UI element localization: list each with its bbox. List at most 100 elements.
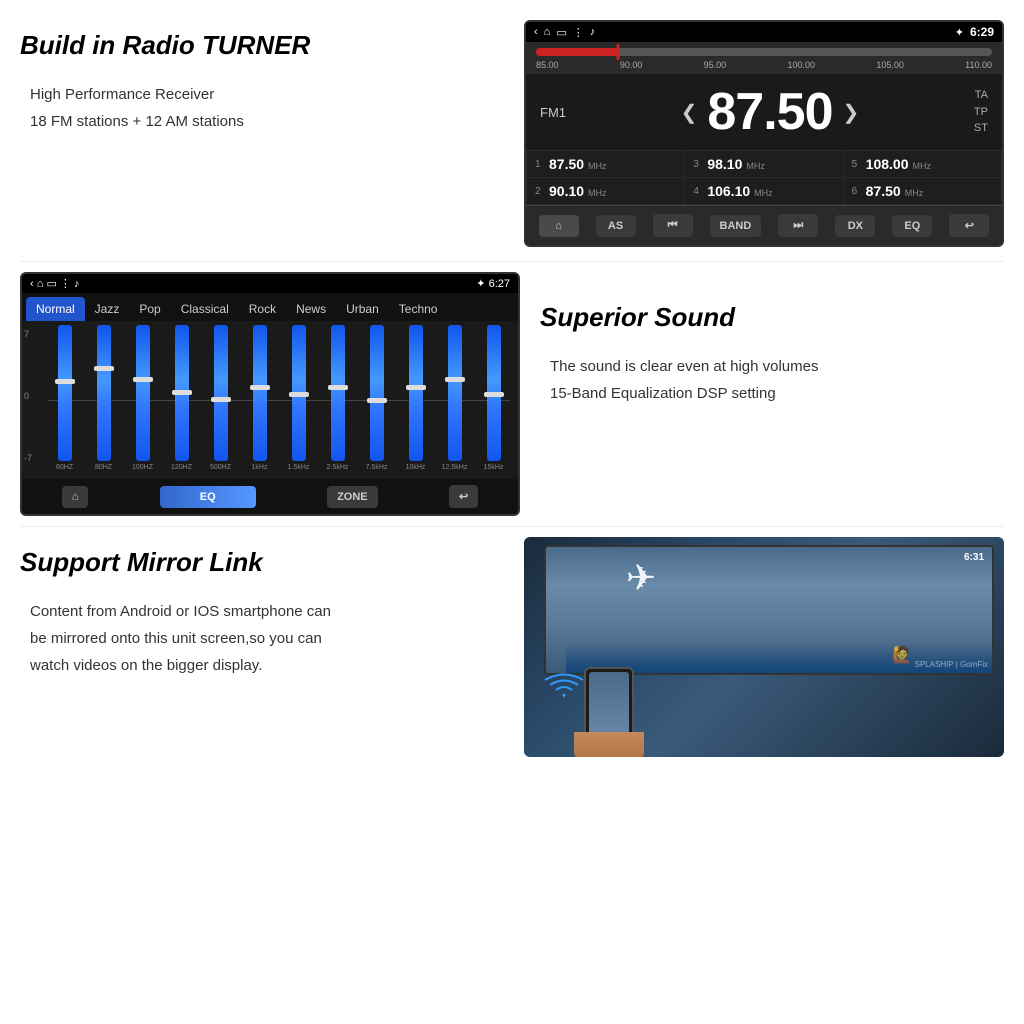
- eq-band-1khz[interactable]: 1kHz: [243, 325, 276, 471]
- eq-handle-1khz[interactable]: [250, 385, 270, 390]
- radio-mic-icon[interactable]: ♪: [590, 26, 596, 38]
- radio-next-button[interactable]: ⏭: [778, 214, 818, 237]
- radio-desc-line2: 18 FM stations + 12 AM stations: [30, 108, 504, 135]
- eq-slider-60hz[interactable]: [58, 325, 72, 461]
- eq-home-button[interactable]: ⌂: [62, 486, 89, 508]
- eq-nav-icons: ‹ ⌂ ▭ ⋮ ♪: [30, 277, 79, 290]
- eq-preset-urban[interactable]: Urban: [336, 297, 389, 321]
- hand-icon: [574, 732, 644, 757]
- eq-band-12-5khz[interactable]: 12.5kHz: [438, 325, 471, 471]
- eq-band-100hz[interactable]: 100HZ: [126, 325, 159, 471]
- eq-slider-12-5khz[interactable]: [448, 325, 462, 461]
- radio-dots-icon[interactable]: ⋮: [573, 26, 584, 39]
- eq-preset-classical[interactable]: Classical: [171, 297, 239, 321]
- eq-handle-120hz[interactable]: [172, 390, 192, 395]
- preset-5[interactable]: 5 108.00 MHz: [844, 151, 1001, 177]
- eq-slider-2-5khz[interactable]: [331, 325, 345, 461]
- eq-back-icon[interactable]: ‹: [30, 278, 34, 290]
- eq-preset-rock[interactable]: Rock: [239, 297, 286, 321]
- radio-freq-area: ❮ 87.50 ❯: [681, 82, 860, 142]
- eq-preset-bar: Normal Jazz Pop Classical Rock News Urba…: [22, 293, 518, 321]
- radio-section: Build in Radio TURNER High Performance R…: [0, 0, 1024, 257]
- eq-slider-1khz[interactable]: [253, 325, 267, 461]
- eq-back-button[interactable]: ↩: [449, 485, 478, 508]
- eq-band-60hz[interactable]: 60HZ: [48, 325, 81, 471]
- eq-label-500hz: 500HZ: [210, 464, 231, 471]
- eq-band-80hz[interactable]: 80HZ: [87, 325, 120, 471]
- radio-prev-arrow[interactable]: ❮: [681, 100, 698, 125]
- eq-slider-10khz[interactable]: [409, 325, 423, 461]
- radio-controls: ⌂ AS ⏮ BAND ⏭ DX EQ ↩: [526, 205, 1002, 245]
- superior-sound-description: The sound is clear even at high volumes …: [540, 353, 1004, 407]
- radio-home-button[interactable]: ⌂: [539, 215, 579, 237]
- eq-window-icon[interactable]: ▭: [46, 278, 56, 290]
- eq-label-1khz: 1kHz: [252, 464, 268, 471]
- eq-home-icon[interactable]: ⌂: [37, 278, 44, 290]
- preset-4[interactable]: 4 106.10 MHz: [685, 178, 842, 204]
- eq-dots-icon[interactable]: ⋮: [60, 278, 71, 290]
- eq-slider-15khz[interactable]: [487, 325, 501, 461]
- eq-slider-500hz[interactable]: [214, 325, 228, 461]
- tuner-fill: [536, 48, 618, 56]
- radio-eq-button[interactable]: EQ: [892, 215, 932, 237]
- radio-back-icon[interactable]: ‹: [534, 26, 538, 38]
- preset-6[interactable]: 6 87.50 MHz: [844, 178, 1001, 204]
- eq-band-10khz[interactable]: 10kHz: [399, 325, 432, 471]
- eq-slider-100hz[interactable]: [136, 325, 150, 461]
- eq-slider-1-5khz[interactable]: [292, 325, 306, 461]
- radio-main-display: FM1 ❮ 87.50 ❯ TATPST: [526, 74, 1002, 150]
- eq-slider-7-5khz[interactable]: [370, 325, 384, 461]
- eq-band-2-5khz[interactable]: 2.5kHz: [321, 325, 354, 471]
- radio-prev-button[interactable]: ⏮: [653, 214, 693, 237]
- tuner-label-4: 100.00: [787, 60, 815, 70]
- tuner-label-5: 105.00: [876, 60, 904, 70]
- radio-back-button[interactable]: ↩: [949, 214, 989, 237]
- eq-handle-100hz[interactable]: [133, 377, 153, 382]
- eq-slider-120hz[interactable]: [175, 325, 189, 461]
- eq-band-120hz[interactable]: 120HZ: [165, 325, 198, 471]
- eq-handle-500hz[interactable]: [211, 397, 231, 402]
- eq-handle-10khz[interactable]: [406, 385, 426, 390]
- eq-handle-12-5khz[interactable]: [445, 377, 465, 382]
- eq-handle-60hz[interactable]: [55, 379, 75, 384]
- preset-3[interactable]: 3 98.10 MHz: [685, 151, 842, 177]
- radio-dx-button[interactable]: DX: [835, 215, 875, 237]
- car-unit-screen: 6:31 ✈ 🙋 SPLASHIP | GomFix: [546, 547, 992, 673]
- eq-band-500hz[interactable]: 500HZ: [204, 325, 237, 471]
- preset-2[interactable]: 2 90.10 MHz: [527, 178, 684, 204]
- eq-handle-1-5khz[interactable]: [289, 392, 309, 397]
- radio-as-button[interactable]: AS: [596, 215, 636, 237]
- eq-band-1-5khz[interactable]: 1.5kHz: [282, 325, 315, 471]
- tuner-label-1: 85.00: [536, 60, 559, 70]
- radio-band-button[interactable]: BAND: [710, 215, 762, 237]
- preset-1[interactable]: 1 87.50 MHz: [527, 151, 684, 177]
- radio-window-icon[interactable]: ▭: [556, 26, 566, 39]
- eq-handle-80hz[interactable]: [94, 366, 114, 371]
- eq-controls: ⌂ EQ ZONE ↩: [22, 479, 518, 514]
- eq-body: 7 0 -7 60HZ 80HZ: [22, 321, 518, 479]
- eq-preset-news[interactable]: News: [286, 297, 336, 321]
- eq-preset-pop[interactable]: Pop: [129, 297, 170, 321]
- eq-preset-normal[interactable]: Normal: [26, 297, 85, 321]
- tuner-label-3: 95.00: [704, 60, 727, 70]
- divider-1: [20, 261, 1004, 262]
- radio-tuner-bar: 85.00 90.00 95.00 100.00 105.00 110.00: [526, 42, 1002, 74]
- eq-mic-icon[interactable]: ♪: [74, 278, 80, 290]
- eq-band-15khz[interactable]: 15kHz: [477, 325, 510, 471]
- eq-preset-jazz[interactable]: Jazz: [85, 297, 130, 321]
- eq-handle-15khz[interactable]: [484, 392, 504, 397]
- eq-handle-2-5khz[interactable]: [328, 385, 348, 390]
- eq-preset-techno[interactable]: Techno: [389, 297, 448, 321]
- radio-frequency: 87.50: [707, 82, 832, 142]
- eq-handle-7-5khz[interactable]: [367, 398, 387, 403]
- eq-zone-button[interactable]: ZONE: [327, 486, 378, 508]
- eq-slider-80hz[interactable]: [97, 325, 111, 461]
- eq-time: 6:27: [489, 278, 510, 290]
- mirror-desc-line2: be mirrored onto this unit screen,so you…: [30, 625, 504, 652]
- eq-band-7-5khz[interactable]: 7.5kHz: [360, 325, 393, 471]
- tuner-track[interactable]: [536, 48, 992, 56]
- eq-eq-button[interactable]: EQ: [160, 486, 256, 508]
- radio-next-arrow[interactable]: ❯: [843, 100, 860, 125]
- airplane-icon: ✈: [626, 557, 656, 599]
- radio-home-icon[interactable]: ⌂: [544, 26, 551, 38]
